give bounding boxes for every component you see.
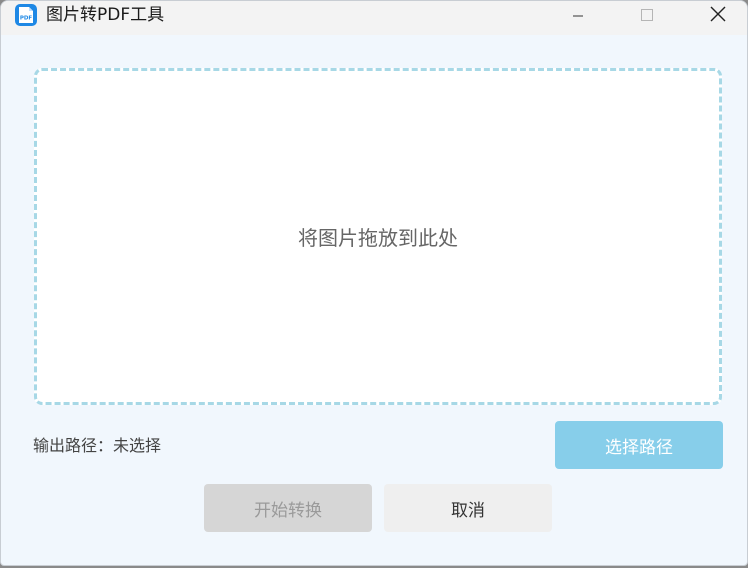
output-path-label: 输出路径：未选择 (33, 436, 162, 455)
title-bar[interactable]: PDF 图片转PDF工具 (1, 1, 747, 35)
image-drop-zone[interactable]: 将图片拖放到此处 (34, 68, 722, 405)
minimize-button[interactable] (555, 1, 601, 31)
start-convert-button[interactable]: 开始转换 (204, 484, 372, 532)
choose-path-button[interactable]: 选择路径 (555, 421, 723, 469)
app-window: PDF 图片转PDF工具 将图片拖放到此处 输出路径：未选择 选择路径 开始转换… (0, 0, 748, 566)
drop-zone-text: 将图片拖放到此处 (298, 226, 458, 250)
cancel-button[interactable]: 取消 (384, 484, 552, 532)
maximize-button[interactable] (624, 1, 670, 31)
maximize-icon (640, 7, 654, 26)
pdf-app-icon: PDF (15, 4, 37, 26)
close-button[interactable] (695, 1, 741, 31)
close-icon (710, 6, 726, 26)
app-icon-label: PDF (20, 16, 33, 22)
minimize-icon (572, 7, 584, 26)
window-title: 图片转PDF工具 (46, 5, 165, 25)
